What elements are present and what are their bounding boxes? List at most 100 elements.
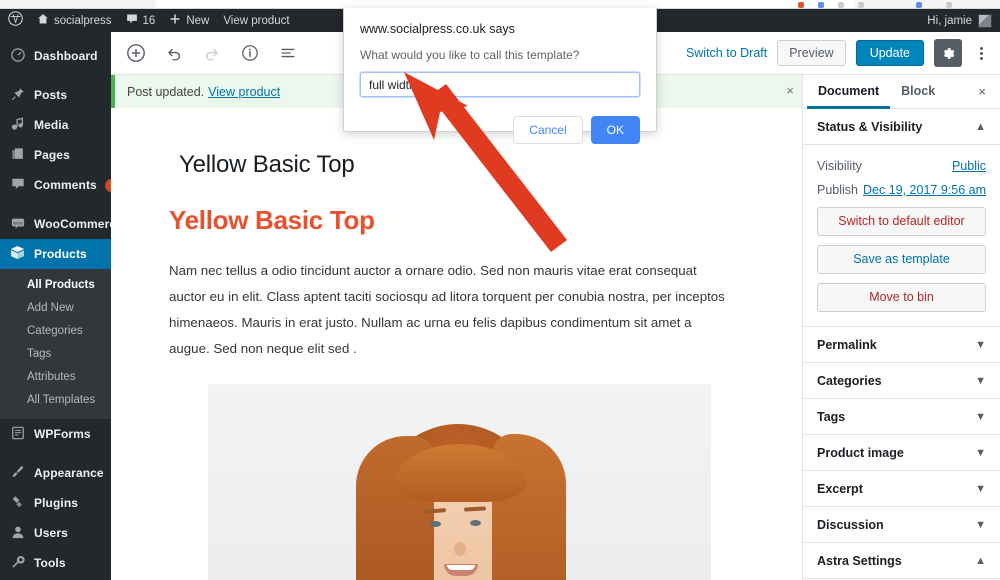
panel-astra-settings[interactable]: Astra Settings ▲: [803, 543, 1000, 579]
submenu-item-attributes[interactable]: Attributes: [0, 366, 111, 389]
dialog-origin: www.socialpress.co.uk says: [360, 22, 515, 36]
visibility-row: Visibility Public: [817, 159, 986, 173]
publish-value[interactable]: Dec 19, 2017 9:56 am: [863, 183, 986, 197]
tab-block[interactable]: Block: [890, 75, 946, 109]
panel-tags[interactable]: Tags ▼: [803, 399, 1000, 435]
sidebar-label: Appearance: [34, 466, 104, 480]
info-icon[interactable]: [233, 36, 267, 70]
sidebar-label: Media: [34, 118, 69, 132]
browser-extension-icon[interactable]: [838, 2, 844, 8]
browser-extension-icon[interactable]: [798, 2, 804, 8]
panel-product-image[interactable]: Product image ▼: [803, 435, 1000, 471]
preview-button[interactable]: Preview: [777, 40, 846, 66]
product-photo: [208, 384, 711, 580]
sidebar-item-dashboard[interactable]: Dashboard: [0, 41, 111, 71]
image-block[interactable]: [208, 384, 711, 580]
tab-document[interactable]: Document: [807, 75, 891, 109]
sidebar-label: Dashboard: [34, 49, 98, 63]
new-content-menu[interactable]: New: [162, 9, 216, 32]
visibility-value[interactable]: Public: [952, 159, 986, 173]
panel-status-visibility[interactable]: Status & Visibility ▲: [803, 109, 1000, 145]
undo-icon[interactable]: [157, 36, 191, 70]
browser-profile-icon[interactable]: [946, 2, 952, 8]
plug-icon: [9, 495, 26, 512]
close-icon[interactable]: ×: [978, 84, 996, 99]
home-icon: [37, 13, 49, 29]
switch-to-default-editor-button[interactable]: Switch to default editor: [817, 207, 986, 236]
page-title[interactable]: Yellow Basic Top: [179, 151, 802, 179]
block-navigation-icon[interactable]: [271, 36, 305, 70]
ellipsis-vertical-icon[interactable]: [972, 46, 990, 60]
submenu-item-all-products[interactable]: All Products: [0, 274, 111, 297]
dialog-actions: Cancel OK: [360, 116, 640, 144]
chevron-down-icon: ▼: [975, 410, 986, 423]
dialog-message: What would you like to call this templat…: [360, 48, 580, 62]
site-name-menu[interactable]: socialpress: [30, 9, 119, 32]
sidebar-item-appearance[interactable]: Appearance: [0, 458, 111, 488]
visibility-label: Visibility: [817, 159, 862, 173]
panel-discussion[interactable]: Discussion ▼: [803, 507, 1000, 543]
add-block-icon[interactable]: [119, 36, 153, 70]
sidebar-item-pages[interactable]: Pages: [0, 140, 111, 170]
menu-spacer: [0, 200, 111, 209]
account-menu[interactable]: Hi, jamie: [927, 13, 1000, 28]
site-name-label: socialpress: [54, 14, 112, 27]
sidebar-item-wpforms[interactable]: WPForms: [0, 419, 111, 449]
editor-canvas: Post updated. View product × Yellow Basi…: [111, 75, 802, 580]
view-product-link[interactable]: View product: [208, 85, 280, 99]
sidebar-label: WPForms: [34, 427, 91, 441]
view-product-link[interactable]: View product: [216, 9, 296, 32]
move-to-bin-button[interactable]: Move to bin: [817, 283, 986, 312]
browser-extension-icon[interactable]: [916, 2, 922, 8]
panel-title: Permalink: [817, 337, 877, 352]
wpforms-icon: [9, 426, 26, 443]
wrench-icon: [9, 555, 26, 572]
javascript-prompt-dialog: www.socialpress.co.uk says What would yo…: [343, 8, 657, 144]
products-submenu: All Products Add New Categories Tags Att…: [0, 269, 111, 419]
panel-permalink[interactable]: Permalink ▼: [803, 327, 1000, 363]
settings-gear-icon[interactable]: [934, 39, 962, 67]
dashboard-icon: [9, 47, 26, 65]
editor-header-actions: Switch to Draft Preview Update: [686, 39, 1000, 67]
sidebar-label: Users: [34, 526, 68, 540]
sidebar-item-media[interactable]: Media: [0, 110, 111, 140]
wp-admin-sidebar: Dashboard Posts Media Pages Comments WOO…: [0, 32, 111, 580]
save-as-template-button[interactable]: Save as template: [817, 245, 986, 274]
publish-row: Publish Dec 19, 2017 9:56 am: [817, 183, 986, 197]
panel-excerpt[interactable]: Excerpt ▼: [803, 471, 1000, 507]
chevron-up-icon: ▲: [975, 120, 986, 133]
panel-categories[interactable]: Categories ▼: [803, 363, 1000, 399]
submenu-item-add-new[interactable]: Add New: [0, 297, 111, 320]
sidebar-label: Pages: [34, 148, 70, 162]
template-name-input[interactable]: [360, 72, 640, 97]
close-icon[interactable]: ×: [786, 83, 794, 98]
sidebar-item-comments[interactable]: Comments 16: [0, 170, 111, 200]
submenu-item-all-templates[interactable]: All Templates: [0, 389, 111, 412]
submenu-item-tags[interactable]: Tags: [0, 343, 111, 366]
comment-bubble-icon: [9, 177, 26, 194]
wp-logo-menu[interactable]: [0, 9, 30, 32]
paragraph-block[interactable]: Nam nec tellus a odio tincidunt auctor a…: [169, 258, 731, 362]
ok-button[interactable]: OK: [590, 116, 640, 144]
sidebar-item-tools[interactable]: Tools: [0, 548, 111, 578]
status-visibility-body: Visibility Public Publish Dec 19, 2017 9…: [803, 145, 1000, 327]
chevron-down-icon: ▼: [975, 374, 986, 387]
switch-to-draft-button[interactable]: Switch to Draft: [686, 46, 767, 60]
submenu-item-categories[interactable]: Categories: [0, 320, 111, 343]
heading-block[interactable]: Yellow Basic Top: [169, 205, 802, 236]
comments-bubble-menu[interactable]: 16: [119, 9, 163, 32]
chevron-down-icon: ▼: [975, 446, 986, 459]
redo-icon[interactable]: [195, 36, 229, 70]
cancel-button[interactable]: Cancel: [513, 116, 583, 144]
sidebar-item-woocommerce[interactable]: WOO WooCommerce: [0, 209, 111, 239]
panel-title: Product image: [817, 445, 904, 460]
sidebar-item-products[interactable]: Products: [0, 239, 111, 269]
sidebar-label: Tools: [34, 556, 66, 570]
chevron-up-icon: ▲: [975, 554, 986, 567]
browser-extension-icon[interactable]: [818, 2, 824, 8]
sidebar-item-plugins[interactable]: Plugins: [0, 488, 111, 518]
update-button[interactable]: Update: [855, 40, 924, 66]
sidebar-item-users[interactable]: Users: [0, 518, 111, 548]
browser-extension-icon[interactable]: [858, 2, 864, 8]
sidebar-item-posts[interactable]: Posts: [0, 80, 111, 110]
